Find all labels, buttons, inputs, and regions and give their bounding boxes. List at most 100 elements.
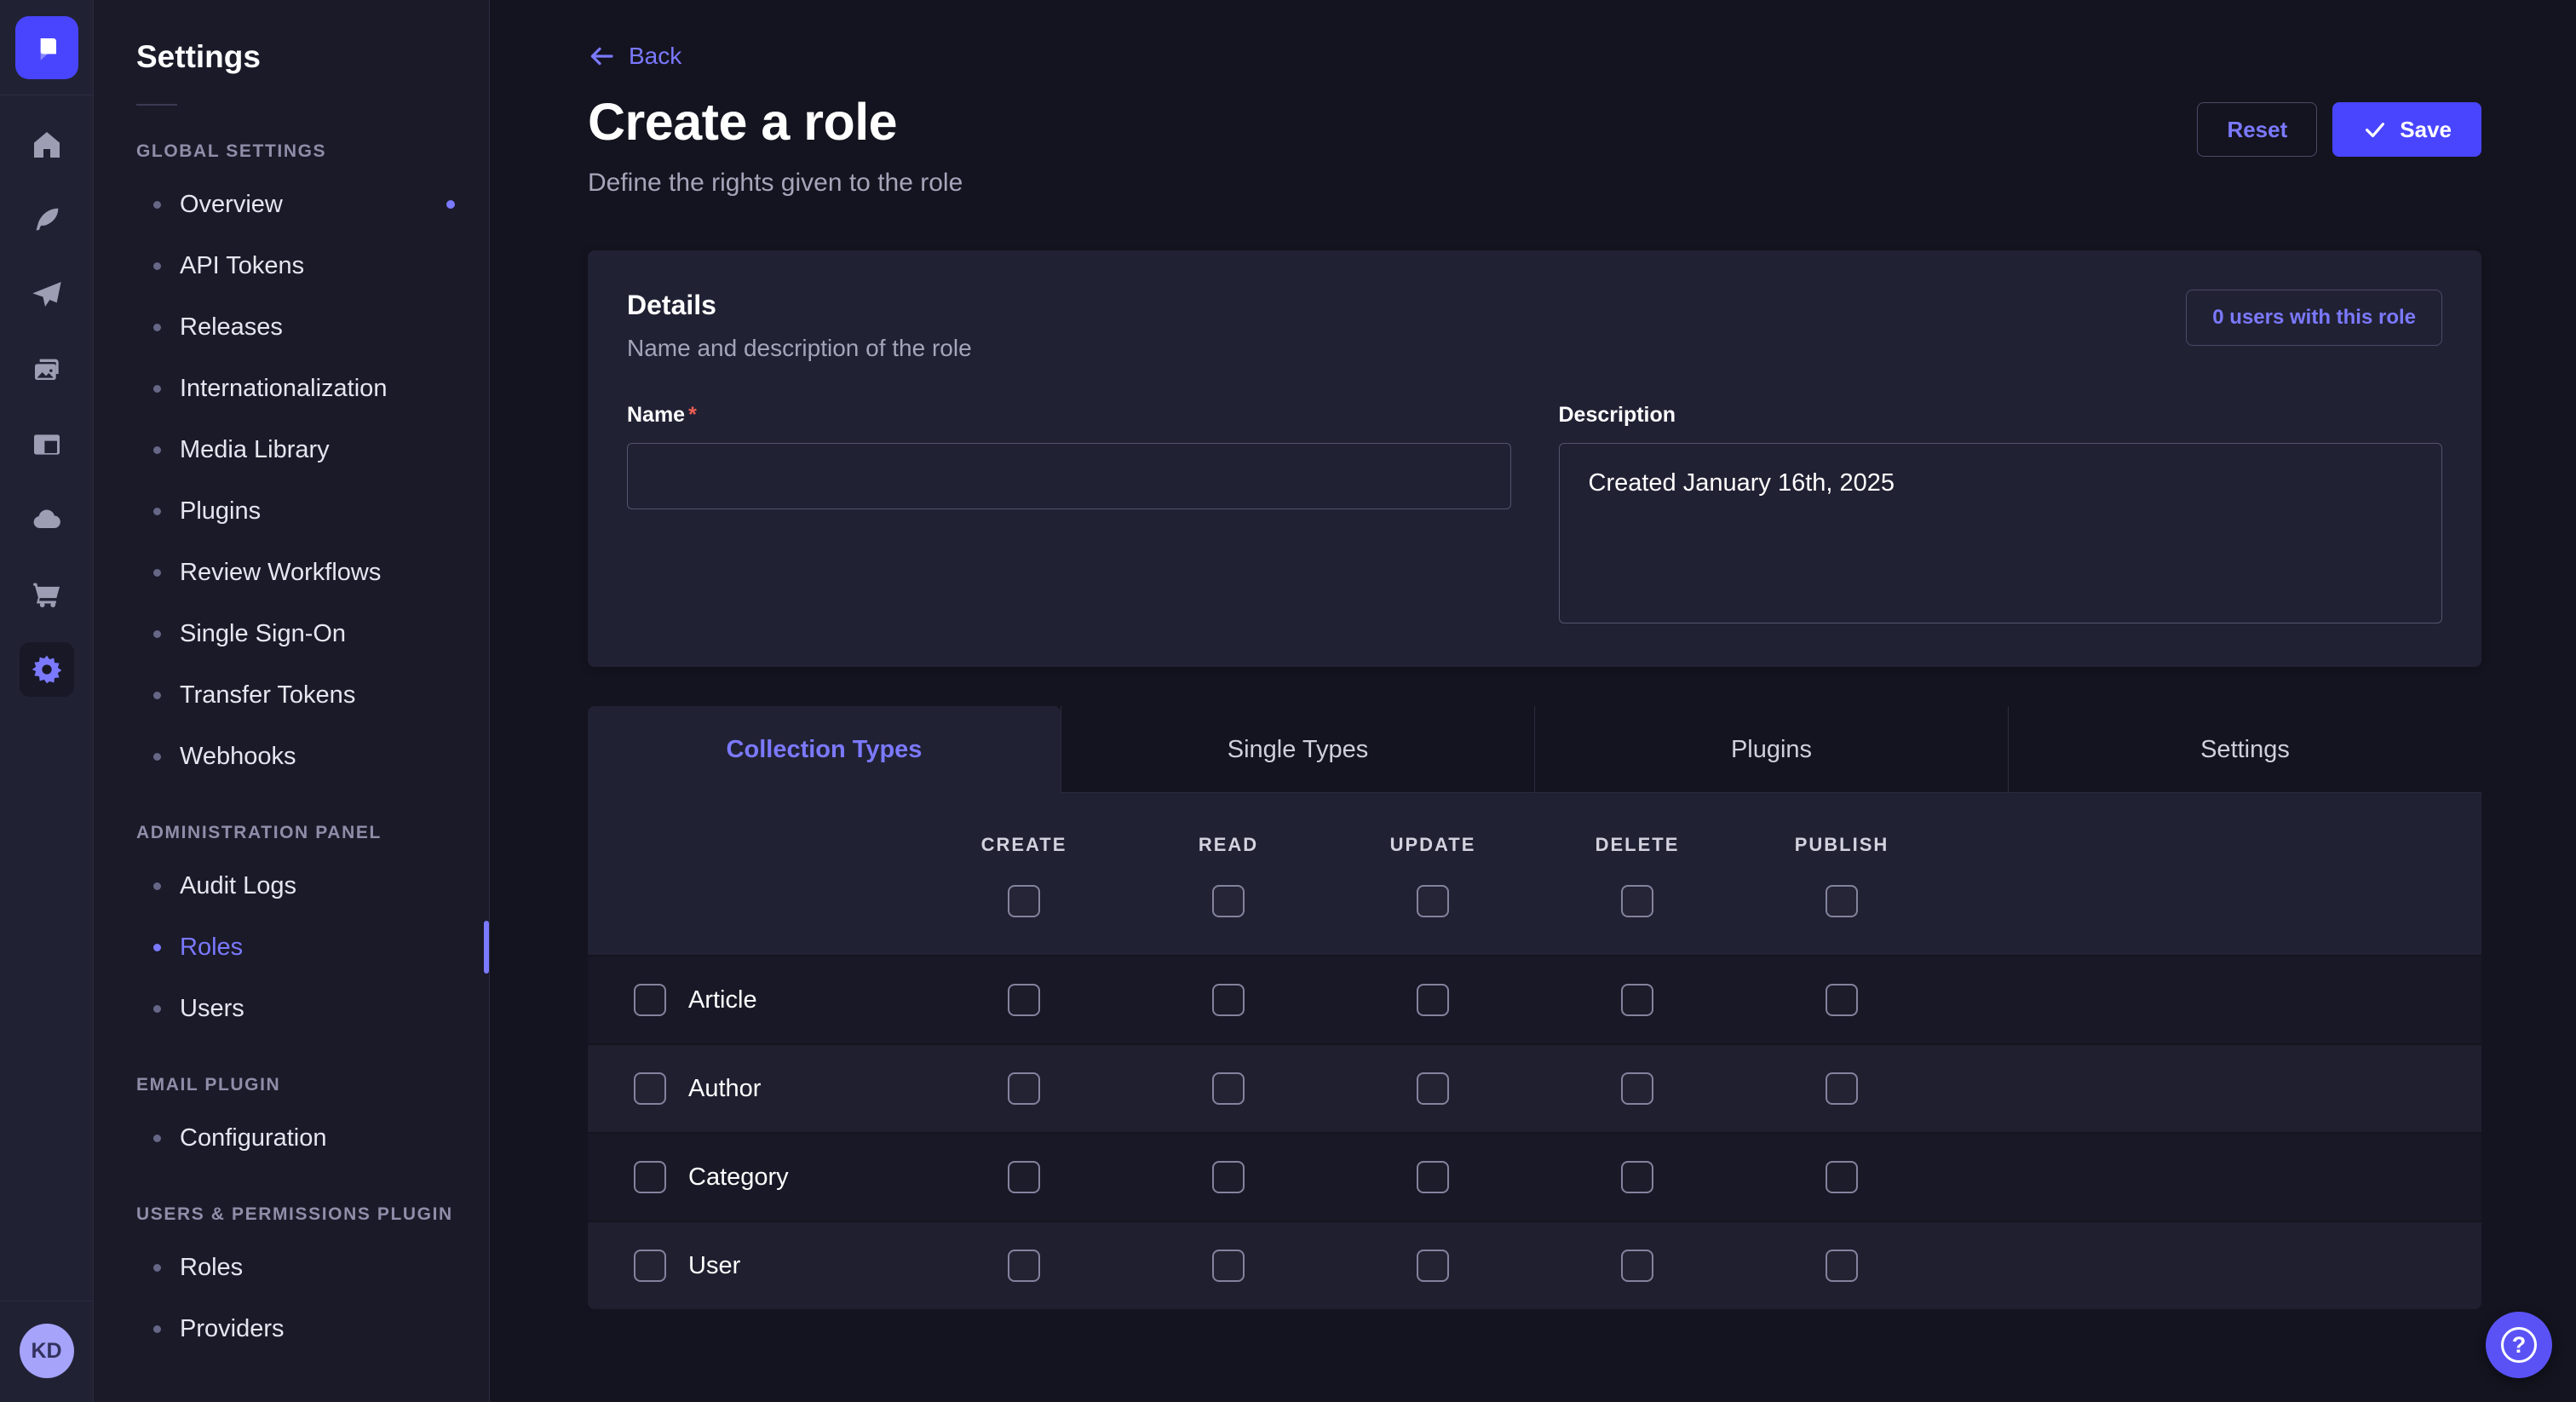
subnav-item-plugins[interactable]: Plugins [94,480,489,542]
tab-plugins[interactable]: Plugins [1534,706,2008,793]
save-button[interactable]: Save [2332,102,2481,157]
article-update-checkbox[interactable] [1417,984,1449,1016]
subnav-item-audit-logs[interactable]: Audit Logs [94,855,489,916]
article-read-checkbox[interactable] [1212,984,1245,1016]
bullet-icon [153,1264,161,1272]
row-name-cell: Category [588,1161,922,1193]
details-header-text: Details Name and description of the role [627,290,972,362]
category-publish-checkbox[interactable] [1826,1161,1858,1193]
category-update-checkbox[interactable] [1417,1161,1449,1193]
back-link[interactable]: Back [588,43,681,70]
name-label-text: Name [627,403,685,427]
back-label: Back [629,43,681,70]
feather-icon[interactable] [20,192,74,247]
permission-cell [1126,1250,1331,1282]
select-all-delete-checkbox[interactable] [1621,885,1653,917]
permission-cell [1535,984,1739,1016]
author-create-checkbox[interactable] [1008,1072,1040,1105]
author-publish-checkbox[interactable] [1826,1072,1858,1105]
subnav-item-users[interactable]: Users [94,978,489,1039]
select-all-read-checkbox[interactable] [1212,885,1245,917]
subnav-item-transfer-tokens[interactable]: Transfer Tokens [94,664,489,726]
article-delete-checkbox[interactable] [1621,984,1653,1016]
permission-cell [922,984,1126,1016]
subnav-section-label: GLOBAL SETTINGS [136,141,489,162]
tab-single-types[interactable]: Single Types [1061,706,1534,793]
article-create-checkbox[interactable] [1008,984,1040,1016]
row-select-checkbox-user[interactable] [634,1250,666,1282]
column-header-update: UPDATE [1331,834,1535,856]
subnav-item-api-tokens[interactable]: API Tokens [94,235,489,296]
bullet-icon [153,569,161,577]
main-nav-rail: KD [0,0,94,1402]
required-marker: * [688,403,697,427]
bullet-icon [153,324,161,331]
select-all-publish-checkbox[interactable] [1826,885,1858,917]
details-header: Details Name and description of the role… [627,290,2442,362]
permission-cell [922,1161,1126,1193]
select-all-create-checkbox[interactable] [1008,885,1040,917]
category-read-checkbox[interactable] [1212,1161,1245,1193]
user-create-checkbox[interactable] [1008,1250,1040,1282]
author-delete-checkbox[interactable] [1621,1072,1653,1105]
images-icon[interactable] [20,342,74,397]
user-delete-checkbox[interactable] [1621,1250,1653,1282]
subnav-section: ADMINISTRATION PANELAudit LogsRolesUsers [94,823,489,1039]
category-create-checkbox[interactable] [1008,1161,1040,1193]
author-read-checkbox[interactable] [1212,1072,1245,1105]
bullet-icon [153,508,161,515]
subnav-item-overview[interactable]: Overview [94,174,489,235]
subnav-item-label: Roles [180,934,243,962]
active-indicator [484,921,489,974]
subnav-item-providers[interactable]: Providers [94,1298,489,1359]
table-row-author: Author [588,1043,2481,1132]
reset-button[interactable]: Reset [2197,102,2317,157]
users-with-role-button[interactable]: 0 users with this role [2186,290,2442,346]
name-label: Name* [627,403,1511,428]
subnav-item-roles[interactable]: Roles [94,1237,489,1298]
subnav-section-label: USERS & PERMISSIONS PLUGIN [136,1204,489,1225]
subnav-item-media-library[interactable]: Media Library [94,419,489,480]
subnav-item-internationalization[interactable]: Internationalization [94,358,489,419]
gear-icon[interactable] [20,642,74,697]
permission-cell [1331,1250,1535,1282]
subnav-item-configuration[interactable]: Configuration [94,1107,489,1169]
paper-plane-icon[interactable] [20,267,74,322]
subnav-item-webhooks[interactable]: Webhooks [94,726,489,787]
row-select-checkbox-author[interactable] [634,1072,666,1105]
subnav-item-label: Audit Logs [180,872,296,900]
user-publish-checkbox[interactable] [1826,1250,1858,1282]
tab-collection-types[interactable]: Collection Types [588,706,1061,793]
question-mark-icon: ? [2501,1327,2537,1363]
subnav-item-single-sign-on[interactable]: Single Sign-On [94,603,489,664]
header-actions: Reset Save [2197,102,2481,157]
category-delete-checkbox[interactable] [1621,1161,1653,1193]
name-input[interactable] [627,443,1511,509]
row-select-checkbox-category[interactable] [634,1161,666,1193]
subnav-item-review-workflows[interactable]: Review Workflows [94,542,489,603]
row-label: User [688,1252,740,1280]
select-all-update-checkbox[interactable] [1417,885,1449,917]
row-select-checkbox-article[interactable] [634,984,666,1016]
layout-icon[interactable] [20,417,74,472]
author-update-checkbox[interactable] [1417,1072,1449,1105]
subnav-item-releases[interactable]: Releases [94,296,489,358]
settings-subnav: Settings GLOBAL SETTINGSOverviewAPI Toke… [94,0,490,1402]
permission-cell [1126,984,1331,1016]
subnav-item-roles[interactable]: Roles [94,916,489,978]
bullet-icon [153,944,161,951]
page-header: Create a role Define the rights given to… [588,92,2481,198]
avatar[interactable]: KD [20,1324,74,1378]
table-row-user: User [588,1221,2481,1309]
description-textarea[interactable]: Created January 16th, 2025 [1559,443,2443,623]
user-read-checkbox[interactable] [1212,1250,1245,1282]
cart-icon[interactable] [20,567,74,622]
home-icon[interactable] [20,118,74,172]
article-publish-checkbox[interactable] [1826,984,1858,1016]
strapi-logo[interactable] [15,16,78,79]
help-button[interactable]: ? [2486,1312,2552,1378]
cloud-icon[interactable] [20,492,74,547]
subnav-item-label: Review Workflows [180,559,381,587]
tab-settings[interactable]: Settings [2008,706,2481,793]
user-update-checkbox[interactable] [1417,1250,1449,1282]
